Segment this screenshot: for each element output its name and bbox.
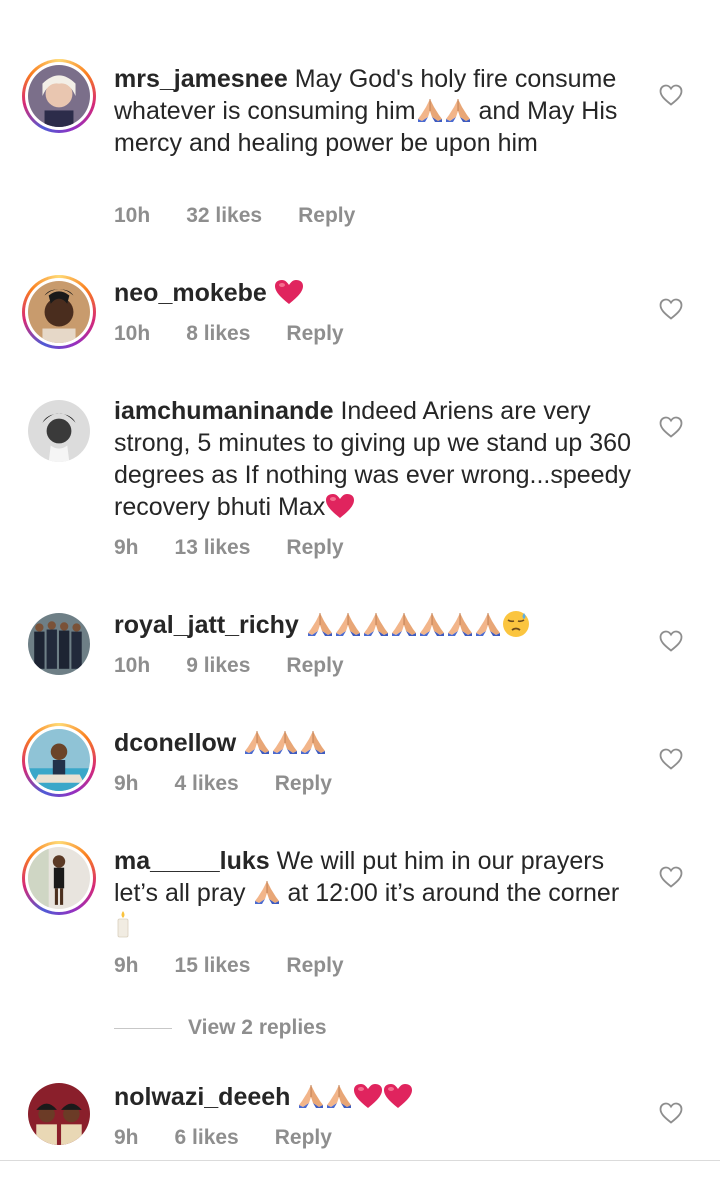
view-replies-label: View 2 replies — [188, 1016, 327, 1039]
avatar[interactable] — [22, 723, 96, 797]
praying-hands-emoji — [253, 879, 281, 905]
timestamp: 9h — [114, 772, 139, 795]
username[interactable]: royal_jatt_richy — [114, 611, 299, 639]
comment-text: royal_jatt_richy — [114, 609, 634, 641]
like-heart-icon[interactable] — [659, 866, 683, 888]
red-heart-emoji — [274, 279, 304, 305]
replies-divider-line — [114, 1027, 172, 1029]
comment-meta: 9h 15 likes Reply — [114, 954, 344, 978]
red-heart-emoji — [383, 1083, 413, 1109]
praying-hands-emoji — [297, 1083, 325, 1109]
praying-hands-emoji — [474, 611, 502, 637]
praying-hands-emoji — [444, 97, 472, 123]
reply-button[interactable]: Reply — [286, 654, 343, 678]
sad-sweat-face-emoji — [502, 610, 530, 638]
comment-meta: 10h 9 likes Reply — [114, 654, 344, 678]
comment-meta: 10h 32 likes Reply — [114, 204, 355, 228]
username[interactable]: nolwazi_deeeh — [114, 1083, 290, 1111]
red-heart-emoji — [353, 1083, 383, 1109]
reply-button[interactable]: Reply — [286, 322, 343, 346]
reply-button[interactable]: Reply — [286, 954, 343, 978]
likes-count[interactable]: 8 likes — [186, 322, 250, 346]
praying-hands-emoji — [325, 1083, 353, 1109]
praying-hands-emoji — [416, 97, 444, 123]
praying-hands-emoji — [390, 611, 418, 637]
comment-meta: 9h 6 likes Reply — [114, 1126, 332, 1150]
username[interactable]: iamchumaninande — [114, 397, 334, 425]
comment-text: mrs_jamesnee May God's holy fire consume… — [114, 65, 618, 157]
praying-hands-emoji — [334, 611, 362, 637]
timestamp: 10h — [114, 322, 151, 345]
praying-hands-emoji — [271, 729, 299, 755]
reply-button[interactable]: Reply — [298, 204, 355, 228]
likes-count[interactable]: 15 likes — [175, 954, 251, 978]
praying-hands-emoji — [243, 729, 271, 755]
avatar[interactable] — [22, 394, 96, 468]
username[interactable]: dconellow — [114, 729, 236, 757]
like-heart-icon[interactable] — [659, 748, 683, 770]
likes-count[interactable]: 4 likes — [175, 772, 239, 796]
praying-hands-emoji — [446, 611, 474, 637]
likes-count[interactable]: 6 likes — [175, 1126, 239, 1150]
reply-button[interactable]: Reply — [286, 536, 343, 560]
comment-meta: 9h 4 likes Reply — [114, 772, 332, 796]
praying-hands-emoji — [299, 729, 327, 755]
likes-count[interactable]: 9 likes — [186, 654, 250, 678]
timestamp: 9h — [114, 536, 139, 559]
avatar[interactable] — [22, 841, 96, 915]
praying-hands-emoji — [362, 611, 390, 637]
avatar[interactable] — [22, 275, 96, 349]
avatar[interactable] — [22, 607, 96, 681]
timestamp: 9h — [114, 954, 139, 977]
comment-text: ma_____luks We will put him in our praye… — [114, 845, 634, 941]
timestamp: 9h — [114, 1126, 139, 1149]
comment-text: neo_mokebe — [114, 277, 634, 309]
comment-meta: 9h 13 likes Reply — [114, 536, 344, 560]
likes-count[interactable]: 32 likes — [186, 204, 262, 228]
red-heart-emoji — [325, 493, 355, 519]
timestamp: 10h — [114, 204, 151, 227]
candle-emoji — [114, 910, 132, 938]
comment-text: dconellow — [114, 727, 634, 759]
praying-hands-emoji — [306, 611, 334, 637]
reply-button[interactable]: Reply — [275, 772, 332, 796]
username[interactable]: ma_____luks — [114, 847, 270, 875]
likes-count[interactable]: 13 likes — [175, 536, 251, 560]
view-replies-button[interactable]: View 2 replies — [114, 1016, 327, 1040]
timestamp: 10h — [114, 654, 151, 677]
like-heart-icon[interactable] — [659, 298, 683, 320]
praying-hands-emoji — [418, 611, 446, 637]
comment-text: nolwazi_deeeh — [114, 1081, 634, 1113]
like-heart-icon[interactable] — [659, 84, 683, 106]
avatar[interactable] — [22, 1077, 96, 1151]
avatar[interactable] — [22, 59, 96, 133]
like-heart-icon[interactable] — [659, 1102, 683, 1124]
reply-button[interactable]: Reply — [275, 1126, 332, 1150]
comment-text: iamchumaninande Indeed Ariens are very s… — [114, 397, 631, 521]
comment-meta: 10h 8 likes Reply — [114, 322, 344, 346]
like-heart-icon[interactable] — [659, 416, 683, 438]
username[interactable]: neo_mokebe — [114, 279, 267, 307]
username[interactable]: mrs_jamesnee — [114, 65, 288, 93]
like-heart-icon[interactable] — [659, 630, 683, 652]
bottom-divider — [0, 1160, 720, 1161]
